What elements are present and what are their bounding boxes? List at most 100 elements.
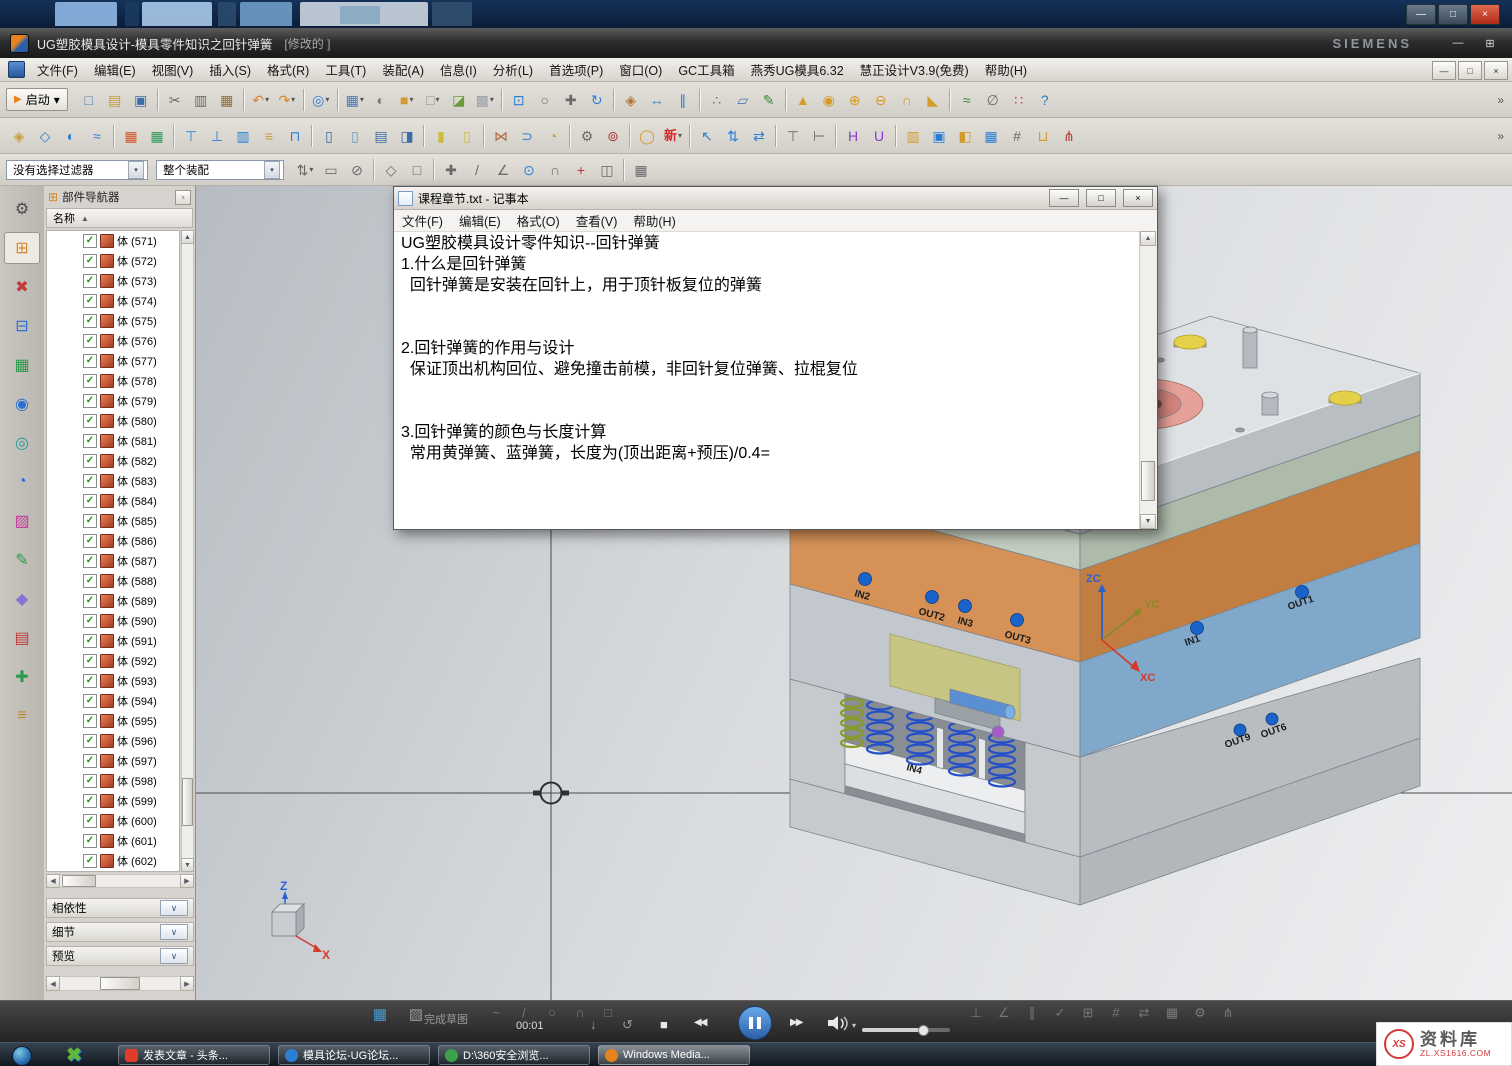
taskbar-button-browser360[interactable]: D:\360安全浏览...: [438, 1045, 590, 1065]
menu-item-11[interactable]: GC工具箱: [670, 57, 742, 82]
fork-tool-button[interactable]: ⋔: [1056, 124, 1082, 148]
next-button[interactable]: ▶▶: [790, 1017, 801, 1028]
wireframe-view-button[interactable]: □▾: [420, 88, 446, 112]
checkbox-icon[interactable]: ✓: [83, 454, 97, 468]
download-icon[interactable]: ↓: [590, 1017, 597, 1032]
wave-link-button[interactable]: ≈: [84, 124, 110, 148]
command-finder-button[interactable]: ◎▾: [308, 88, 334, 112]
menu-item-5[interactable]: 工具(T): [317, 57, 374, 82]
launch-button[interactable]: ▶ 启动 ▾: [6, 88, 68, 111]
taskbar-app-x-icon[interactable]: ✖: [66, 1044, 82, 1066]
tree-row[interactable]: ✓体 (582): [47, 451, 179, 471]
checkbox-icon[interactable]: ✓: [83, 414, 97, 428]
notes-button[interactable]: ▤: [4, 622, 40, 654]
shaded-view-button[interactable]: ■▾: [394, 88, 420, 112]
section-view-button[interactable]: ◪: [446, 88, 472, 112]
plate-c-button[interactable]: ◧: [952, 124, 978, 148]
snap-face-button[interactable]: ◫: [594, 158, 620, 182]
t-slot-button[interactable]: ⊤: [780, 124, 806, 148]
snap-midpoint-button[interactable]: /: [464, 158, 490, 182]
dim-gear-icon[interactable]: ⚙: [1186, 1005, 1214, 1021]
align-bottom-button[interactable]: ⊥: [204, 124, 230, 148]
stop-button[interactable]: ■: [660, 1017, 668, 1032]
tree-row[interactable]: ✓体 (588): [47, 571, 179, 591]
tree-row[interactable]: ✓体 (601): [47, 831, 179, 851]
tree-row[interactable]: ✓体 (589): [47, 591, 179, 611]
tree-row[interactable]: ✓体 (592): [47, 651, 179, 671]
sketch-button[interactable]: ✎: [756, 88, 782, 112]
hole-button[interactable]: ◉: [816, 88, 842, 112]
materials-button[interactable]: ✎: [4, 544, 40, 576]
constraint-navigator-button[interactable]: ✖: [4, 271, 40, 303]
notepad-title-bar[interactable]: 课程章节.txt - 记事本 — □ ×: [394, 187, 1157, 210]
checkbox-icon[interactable]: ✓: [83, 554, 97, 568]
part-navigator-button[interactable]: ⊞: [4, 232, 40, 264]
tree-row[interactable]: ✓体 (597): [47, 751, 179, 771]
scroll-down-button[interactable]: ▼: [1140, 514, 1156, 529]
scroll-right-button[interactable]: ▶: [180, 874, 194, 888]
checkbox-icon[interactable]: ✓: [83, 674, 97, 688]
task-grid-icon[interactable]: ▦: [366, 1005, 394, 1023]
checkbox-icon[interactable]: ✓: [83, 494, 97, 508]
dim-check-icon[interactable]: ✓: [1046, 1005, 1074, 1021]
show-hide-button[interactable]: ◐: [368, 88, 394, 112]
standard-part-button[interactable]: ◯: [634, 124, 660, 148]
general-select-button[interactable]: ⊘: [344, 158, 370, 182]
checkbox-icon[interactable]: ✓: [83, 234, 97, 248]
swap-button[interactable]: ⇅: [720, 124, 746, 148]
start-button[interactable]: [12, 1046, 32, 1066]
minimize-button[interactable]: —: [1446, 33, 1470, 53]
taskbar-button-toutiao[interactable]: 发表文章 - 头条...: [118, 1045, 270, 1065]
save-button[interactable]: ▣: [128, 88, 154, 112]
snap-arc-center-button[interactable]: ⊙: [516, 158, 542, 182]
checkbox-icon[interactable]: ✓: [83, 354, 97, 368]
move-component-button[interactable]: ↔: [644, 88, 670, 112]
menu-item-13[interactable]: 慧正设计V3.9(免费): [852, 57, 977, 82]
taskbar-button-forum[interactable]: 模具论坛-UG论坛...: [278, 1045, 430, 1065]
pin-tool-alt-button[interactable]: ▯: [454, 124, 480, 148]
tree-row[interactable]: ✓体 (599): [47, 791, 179, 811]
tree-row[interactable]: ✓体 (593): [47, 671, 179, 691]
point-button[interactable]: ∴: [704, 88, 730, 112]
minimize-button[interactable]: —: [1406, 4, 1436, 25]
measure-button[interactable]: ∅: [980, 88, 1006, 112]
scroll-down-button[interactable]: ▼: [181, 858, 194, 872]
palette-button[interactable]: ▨: [4, 505, 40, 537]
checkbox-icon[interactable]: ✓: [83, 734, 97, 748]
unite-button[interactable]: ⊕: [842, 88, 868, 112]
report-button[interactable]: ▤: [368, 124, 394, 148]
pan-button[interactable]: ✚: [558, 88, 584, 112]
tree-row[interactable]: ✓体 (579): [47, 391, 179, 411]
tree-row[interactable]: ✓体 (578): [47, 371, 179, 391]
roadmap-button[interactable]: ⚙: [4, 193, 40, 225]
support-button[interactable]: ⊢: [806, 124, 832, 148]
gear-tool-button[interactable]: ⚙: [574, 124, 600, 148]
history-button[interactable]: ◔: [4, 466, 40, 498]
tree-row[interactable]: ✓体 (574): [47, 291, 179, 311]
edge-blend-button[interactable]: ∩: [894, 88, 920, 112]
tree-row[interactable]: ✓体 (598): [47, 771, 179, 791]
menu-item-14[interactable]: 帮助(H): [977, 57, 1035, 82]
window-display-button[interactable]: ▦▾: [342, 88, 368, 112]
tree-row[interactable]: ✓体 (583): [47, 471, 179, 491]
tree-scrollbar-track[interactable]: [181, 230, 194, 872]
menu-item-4[interactable]: 格式(R): [259, 57, 317, 82]
menu-item-12[interactable]: 燕秀UG模具6.32: [743, 57, 852, 82]
notepad-text-area[interactable]: UG塑胶模具设计零件知识--回针弹簧 1.什么是回针弹簧 回针弹簧是安装在回针上…: [394, 231, 1140, 529]
checkbox-icon[interactable]: ✓: [83, 614, 97, 628]
tree-row[interactable]: ✓体 (596): [47, 731, 179, 751]
reuse-library-button[interactable]: ▦: [4, 349, 40, 381]
tree-row[interactable]: ✓体 (590): [47, 611, 179, 631]
plate-b-button[interactable]: ▣: [926, 124, 952, 148]
checkbox-icon[interactable]: ✓: [83, 394, 97, 408]
menu-item-2[interactable]: 视图(V): [144, 57, 202, 82]
checkbox-icon[interactable]: ✓: [83, 514, 97, 528]
render-style-button[interactable]: ▩▾: [472, 88, 498, 112]
chamfer-button[interactable]: ◣: [920, 88, 946, 112]
volume-slider[interactable]: [862, 1028, 950, 1032]
tree-row[interactable]: ✓体 (576): [47, 331, 179, 351]
close-button[interactable]: ×: [1470, 4, 1500, 25]
notepad-close-button[interactable]: ×: [1123, 189, 1153, 207]
toolbar-overflow-icon[interactable]: »: [1497, 93, 1504, 107]
fit-view-button[interactable]: ⊡: [506, 88, 532, 112]
